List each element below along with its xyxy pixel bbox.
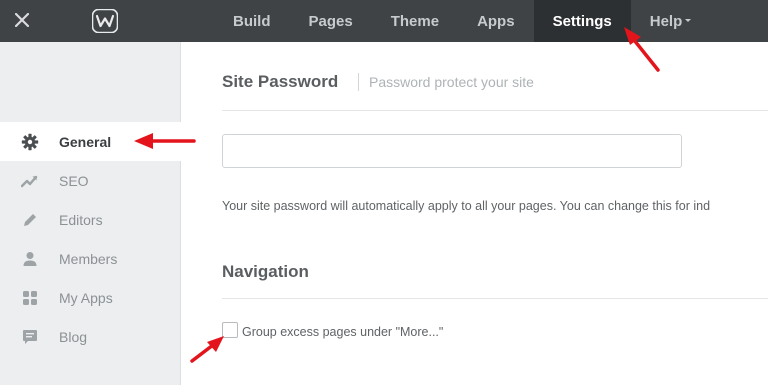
apps-grid-icon: [20, 288, 40, 308]
person-icon: [20, 249, 40, 269]
sidebar-item-label: Editors: [59, 211, 103, 228]
sidebar-item-editors[interactable]: Editors: [0, 200, 181, 239]
title-separator: [358, 73, 359, 91]
sidebar-item-my-apps[interactable]: My Apps: [0, 278, 181, 317]
site-password-input[interactable]: [222, 134, 682, 168]
nav-pages-label: Pages: [308, 12, 353, 30]
nav-apps[interactable]: Apps: [458, 0, 534, 42]
nav-help-label: Help: [649, 12, 683, 30]
nav-theme[interactable]: Theme: [372, 0, 458, 42]
sidebar-item-blog[interactable]: Blog: [0, 317, 181, 356]
gear-icon: [20, 132, 40, 152]
speech-bubble-icon: [20, 327, 40, 347]
sidebar-item-general[interactable]: General: [0, 122, 182, 161]
close-icon-glyph: [15, 13, 29, 27]
section-divider: [222, 110, 768, 111]
sidebar-item-label: SEO: [59, 172, 89, 189]
settings-sidebar: General SEO Editors Members My Apps Blog: [0, 42, 182, 385]
group-pages-checkbox[interactable]: [222, 322, 238, 338]
nav-pages[interactable]: Pages: [290, 0, 372, 42]
sidebar-item-label: Blog: [59, 328, 88, 345]
weebly-logo[interactable]: [91, 8, 119, 34]
nav-settings[interactable]: Settings: [533, 0, 631, 42]
sidebar-item-label: Members: [59, 250, 118, 267]
site-password-subtitle: Password protect your site: [369, 74, 534, 90]
group-pages-label: Group excess pages under "More...": [242, 325, 444, 339]
nav-build-label: Build: [233, 12, 271, 30]
main-nav: Build Pages Theme Apps Settings Help: [214, 0, 710, 42]
nav-build[interactable]: Build: [214, 0, 290, 42]
sidebar-item-label: My Apps: [59, 289, 113, 306]
close-icon[interactable]: [8, 6, 36, 34]
nav-settings-label: Settings: [552, 12, 612, 30]
navigation-title: Navigation: [222, 262, 309, 281]
pencil-icon: [20, 210, 40, 230]
top-bar: Build Pages Theme Apps Settings Help: [0, 0, 768, 42]
caret-down-icon: [685, 18, 692, 22]
site-password-title: Site Password: [222, 72, 339, 91]
settings-content: Site Password Password protect your site…: [182, 42, 768, 385]
weebly-logo-icon: [91, 8, 119, 34]
password-help-text: Your site password will automatically ap…: [222, 199, 711, 213]
nav-theme-label: Theme: [390, 12, 440, 30]
nav-help[interactable]: Help: [631, 0, 711, 42]
trend-line-icon: [20, 171, 40, 191]
sidebar-item-seo[interactable]: SEO: [0, 161, 181, 200]
nav-apps-label: Apps: [477, 12, 515, 30]
sidebar-item-members[interactable]: Members: [0, 239, 181, 278]
section-divider: [222, 298, 768, 299]
sidebar-item-label: General: [59, 133, 112, 150]
